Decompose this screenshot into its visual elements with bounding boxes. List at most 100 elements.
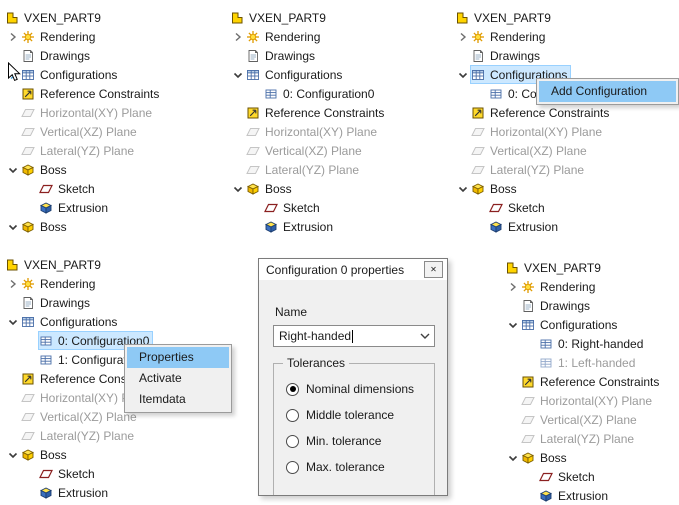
tree-item-sketch[interactable]: Sketch [455,198,612,217]
tree-item-0-right-handed[interactable]: 0: Right-handed [505,334,662,353]
tree-item-body[interactable]: Drawings [521,297,593,314]
tree-item-horizontal-xy-plane[interactable]: Horizontal(XY) Plane [505,391,662,410]
tree-item-lateral-yz-plane[interactable]: Lateral(YZ) Plane [5,426,162,445]
tree-item-drawings[interactable]: Drawings [230,46,387,65]
dialog-titlebar[interactable]: Configuration 0 properties ✕ [259,259,447,280]
tree-item-body[interactable]: Drawings [246,47,318,64]
chevron-right-icon[interactable] [230,30,246,44]
chevron-down-icon[interactable] [455,68,471,82]
tree-item-reference-constraints[interactable]: Reference Constraints [230,103,387,122]
chevron-down-icon[interactable] [5,220,21,234]
tree-item-body[interactable]: Horizontal(XY) Plane [471,123,605,140]
tree-item-body[interactable]: VXEN_PART9 [505,259,604,276]
tree-item-extrusion[interactable]: Extrusion [455,217,612,236]
tree-item-0-configuration0[interactable]: 0: Configuration0 [230,84,387,103]
tree-item-sketch[interactable]: Sketch [5,464,162,483]
tree-item-horizontal-xy-plane[interactable]: Horizontal(XY) Plane [455,122,612,141]
tree-item-body[interactable]: Reference Constraints [21,85,162,102]
tree-item-extrusion[interactable]: Extrusion [230,217,387,236]
tree-item-vertical-xz-plane[interactable]: Vertical(XZ) Plane [455,141,612,160]
tree-item-configurations[interactable]: Configurations [5,312,162,331]
tree-item-body[interactable]: Extrusion [489,218,561,235]
chevron-down-icon[interactable] [5,163,21,177]
tree-item-boss[interactable]: Boss [5,160,162,179]
tree-item-vxen-part9[interactable]: VXEN_PART9 [505,258,662,277]
radio-option-min-tolerance[interactable]: Min. tolerance [274,428,434,454]
tree-item-body[interactable]: Reference Constraints [246,104,387,121]
tree-item-body[interactable]: Lateral(YZ) Plane [246,161,362,178]
chevron-down-icon[interactable] [230,182,246,196]
tree-item-body[interactable]: Lateral(YZ) Plane [521,430,637,447]
tree-item-body[interactable]: Drawings [471,47,543,64]
tree-item-body[interactable]: Drawings [21,294,93,311]
tree-item-vxen-part9[interactable]: VXEN_PART9 [230,8,387,27]
tree-item-body[interactable]: Configurations [21,313,120,330]
tree-item-sketch[interactable]: Sketch [505,467,662,486]
tree-item-body[interactable]: Lateral(YZ) Plane [471,161,587,178]
tree-item-body[interactable]: Vertical(XZ) Plane [521,411,640,428]
tree-item-lateral-yz-plane[interactable]: Lateral(YZ) Plane [455,160,612,179]
tree-item-lateral-yz-plane[interactable]: Lateral(YZ) Plane [230,160,387,179]
tree-item-sketch[interactable]: Sketch [5,179,162,198]
tree-item-body[interactable]: Boss [21,161,70,178]
tree-item-body[interactable]: Boss [246,180,295,197]
tree-item-reference-constraints[interactable]: Reference Constraints [505,372,662,391]
tree-item-horizontal-xy-plane[interactable]: Horizontal(XY) Plane [5,103,162,122]
tree-item-rendering[interactable]: Rendering [505,277,662,296]
tree-item-boss[interactable]: Boss [5,217,162,236]
tree-item-body[interactable]: Vertical(XZ) Plane [21,123,140,140]
tree-item-1-left-handed[interactable]: 1: Left-handed [505,353,662,372]
radio-option-nominal-dimensions[interactable]: Nominal dimensions [274,376,434,402]
tree-item-body[interactable]: Extrusion [39,199,111,216]
tree-item-vertical-xz-plane[interactable]: Vertical(XZ) Plane [505,410,662,429]
tree-item-body[interactable]: Vertical(XZ) Plane [246,142,365,159]
tree-item-body[interactable]: Sketch [39,465,98,482]
tree-item-body[interactable]: VXEN_PART9 [230,9,329,26]
chevron-down-icon[interactable] [5,315,21,329]
tree-item-body[interactable]: Rendering [246,28,323,45]
tree-item-body[interactable]: Horizontal(XY) Plane [21,104,155,121]
chevron-right-icon[interactable] [5,30,21,44]
tree-item-boss[interactable]: Boss [5,445,162,464]
tree-item-boss[interactable]: Boss [505,448,662,467]
tree-item-body[interactable]: Extrusion [264,218,336,235]
tree-item-lateral-yz-plane[interactable]: Lateral(YZ) Plane [505,429,662,448]
tree-item-reference-constraints[interactable]: Reference Constraints [5,84,162,103]
tree-item-configurations[interactable]: Configurations [230,65,387,84]
tree-item-body[interactable]: Rendering [21,275,98,292]
tree-item-body[interactable]: Rendering [21,28,98,45]
combobox-dropdown-button[interactable] [416,326,434,346]
tree-item-body[interactable]: Lateral(YZ) Plane [21,142,137,159]
radio-button-icon[interactable] [286,461,299,474]
tree-item-body[interactable]: Configurations [521,316,620,333]
tree-item-boss[interactable]: Boss [230,179,387,198]
tree-item-vxen-part9[interactable]: VXEN_PART9 [5,255,162,274]
tree-item-drawings[interactable]: Drawings [455,46,612,65]
tree-item-body[interactable]: Sketch [264,199,323,216]
tree-item-body[interactable]: 0: Configuration0 [264,85,377,102]
tree-item-body[interactable]: Rendering [521,278,598,295]
tree-item-body[interactable]: VXEN_PART9 [5,9,104,26]
tree-item-body[interactable]: Drawings [21,47,93,64]
tree-item-drawings[interactable]: Drawings [505,296,662,315]
tree-item-vertical-xz-plane[interactable]: Vertical(XZ) Plane [5,122,162,141]
radio-button-icon[interactable] [286,409,299,422]
tree-item-body[interactable]: Configurations [21,66,120,83]
chevron-down-icon[interactable] [230,68,246,82]
menu-item-activate[interactable]: Activate [127,368,229,389]
tree-item-extrusion[interactable]: Extrusion [5,198,162,217]
radio-button-icon[interactable] [286,435,299,448]
menu-item-properties[interactable]: Properties [127,347,229,368]
radio-button-icon[interactable] [286,383,299,396]
chevron-right-icon[interactable] [505,280,521,294]
tree-item-body[interactable]: Lateral(YZ) Plane [21,427,137,444]
tree-item-rendering[interactable]: Rendering [230,27,387,46]
tree-item-body[interactable]: Rendering [471,28,548,45]
tree-item-body[interactable]: 1: Left-handed [539,354,638,371]
tree-item-drawings[interactable]: Drawings [5,46,162,65]
tree-item-body[interactable]: Boss [21,446,70,463]
menu-item-itemdata[interactable]: Itemdata [127,389,229,410]
tree-item-body[interactable]: Vertical(XZ) Plane [21,408,140,425]
tree-item-extrusion[interactable]: Extrusion [5,483,162,502]
tree-item-rendering[interactable]: Rendering [455,27,612,46]
